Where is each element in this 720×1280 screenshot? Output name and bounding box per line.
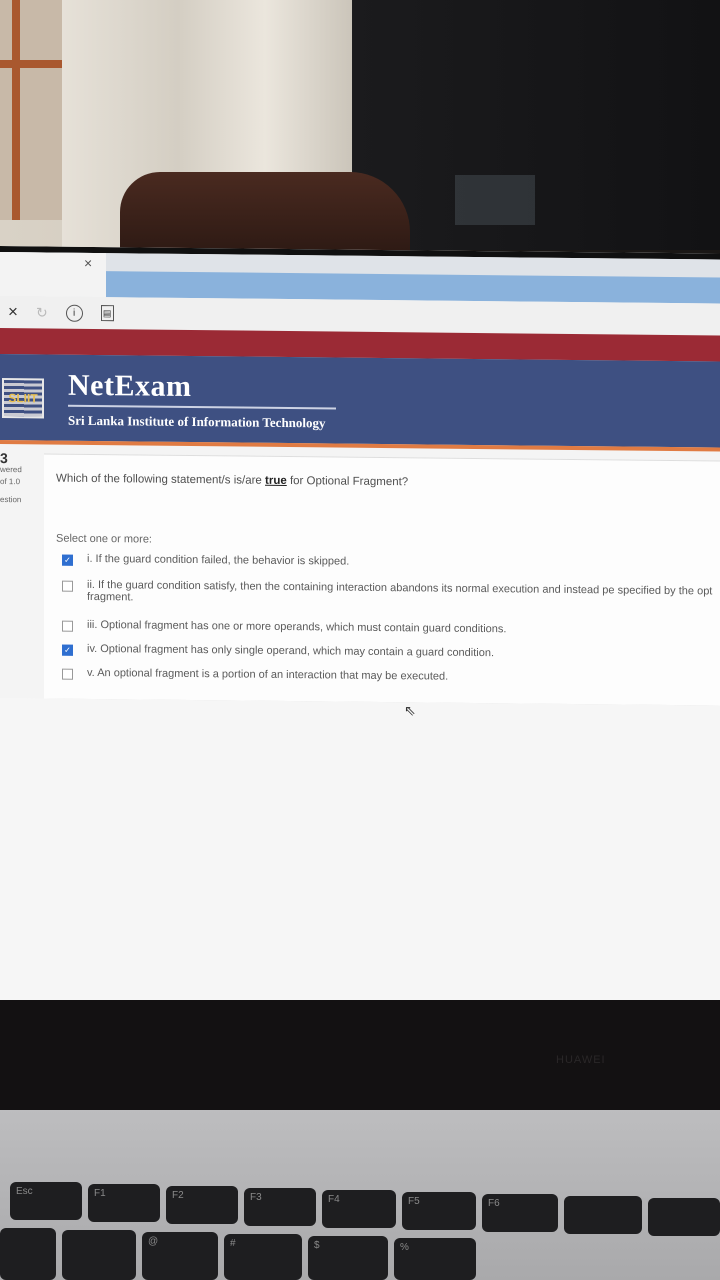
page-content-area <box>0 698 720 1029</box>
answer-option[interactable]: ✓ iv. Optional fragment has only single … <box>62 643 494 661</box>
brand-subtitle: Sri Lanka Institute of Information Techn… <box>68 412 326 431</box>
key-f1: F1 <box>88 1184 160 1222</box>
key-f5: F5 <box>402 1192 476 1230</box>
key-f4: F4 <box>322 1190 396 1228</box>
answer-option[interactable]: v. An optional fragment is a portion of … <box>62 667 448 684</box>
key-4: $ <box>308 1236 388 1280</box>
key-f6: F6 <box>482 1194 558 1232</box>
question-marks: of 1.0 <box>0 477 21 487</box>
question-text-start: Which of the following statement/s is/ar… <box>56 472 266 487</box>
answer-status: wered <box>0 465 22 475</box>
browser-tab[interactable]: × <box>0 252 106 298</box>
flag-question-link[interactable]: estion <box>0 494 40 506</box>
answer-prompt: Select one or more: <box>56 532 152 546</box>
question-text: Which of the following statement/s is/ar… <box>56 473 408 489</box>
option-label[interactable]: ii. If the guard condition satisfy, then… <box>87 579 720 610</box>
background-monitor <box>455 175 535 225</box>
key-1 <box>62 1230 136 1280</box>
key-5: % <box>394 1238 476 1280</box>
key-2: @ <box>142 1232 218 1280</box>
close-icon[interactable]: × <box>8 302 18 322</box>
brand-title[interactable]: NetExam <box>68 369 191 404</box>
logo-text: SLIIT <box>8 391 38 406</box>
option-checkbox[interactable] <box>62 620 73 632</box>
reload-icon[interactable]: ↻ <box>36 304 48 321</box>
info-icon[interactable]: i <box>65 304 83 322</box>
answer-option[interactable]: iii. Optional fragment has one or more o… <box>62 619 506 637</box>
option-checkbox[interactable]: ✓ <box>62 554 73 566</box>
option-checkbox[interactable] <box>62 668 73 680</box>
site-header: SLIIT NetExam Sri Lanka Institute of Inf… <box>0 354 720 448</box>
laptop-screen: × × ↻ i ▤ SLIIT NetExam Sri Lanka Instit… <box>0 246 720 1029</box>
option-label[interactable]: v. An optional fragment is a portion of … <box>87 667 448 683</box>
chair <box>120 172 410 252</box>
key-3: # <box>224 1234 302 1280</box>
key-esc: Esc <box>10 1182 82 1220</box>
key-f3: F3 <box>244 1188 316 1226</box>
question-number: 3 <box>0 450 8 467</box>
laptop-bezel <box>0 1000 720 1110</box>
question-panel: Which of the following statement/s is/ar… <box>44 453 720 707</box>
tab-close-icon[interactable]: × <box>84 255 92 271</box>
option-checkbox[interactable] <box>62 580 73 592</box>
answer-option[interactable]: ✓ i. If the guard condition failed, the … <box>62 553 349 569</box>
key-f2: F2 <box>166 1186 238 1224</box>
key-f8 <box>648 1198 720 1236</box>
mouse-cursor-icon: ⇖ <box>404 702 416 719</box>
key-f7 <box>564 1196 642 1234</box>
option-label[interactable]: iii. Optional fragment has one or more o… <box>87 619 506 635</box>
option-label[interactable]: iv. Optional fragment has only single op… <box>87 643 494 659</box>
key-backtick <box>0 1228 56 1280</box>
question-text-end: for Optional Fragment? <box>286 475 409 489</box>
option-checkbox[interactable]: ✓ <box>62 644 73 656</box>
laptop-brand: HUAWEI <box>556 1054 606 1066</box>
question-text-emphasis: true <box>265 474 287 488</box>
keyboard-deck: Esc F1 F2 F3 F4 F5 F6 @ # $ % <box>0 1110 720 1280</box>
question-info: 3 wered of 1.0 estion <box>0 450 40 506</box>
answer-option[interactable]: ii. If the guard condition satisfy, then… <box>62 579 720 610</box>
page-icon[interactable]: ▤ <box>100 305 114 322</box>
brand-divider <box>68 404 336 410</box>
option-label[interactable]: i. If the guard condition failed, the be… <box>87 553 349 568</box>
browser-tabstrip: × <box>0 252 720 304</box>
sliit-logo: SLIIT <box>2 378 44 419</box>
